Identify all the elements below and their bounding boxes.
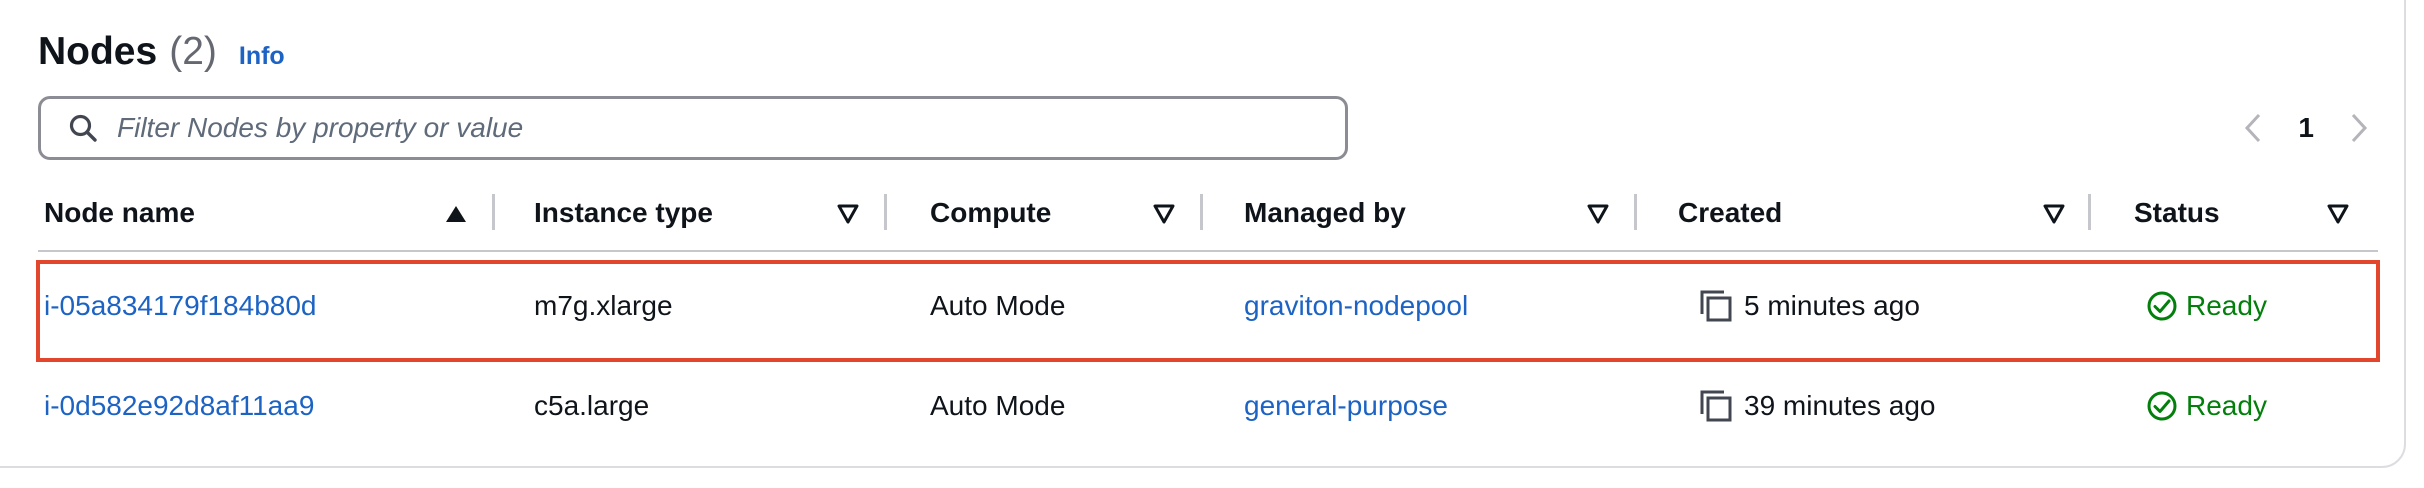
column-label: Node name [44,197,195,228]
pagination: 1 [2238,102,2374,154]
managed-by-link[interactable]: general-purpose [1244,390,1448,422]
created-time: 39 minutes ago [1744,390,1936,421]
sort-ascending-icon[interactable] [444,202,468,226]
node-count: (2) [169,30,217,73]
copy-icon[interactable] [1698,388,1734,424]
current-page[interactable]: 1 [2298,112,2314,144]
column-header-node-name[interactable]: Node name [44,188,195,238]
column-resizer[interactable] [492,194,495,230]
filter-box[interactable] [38,96,1348,160]
sort-icon[interactable] [836,202,860,226]
column-label: Created [1678,197,1783,228]
column-header-compute[interactable]: Compute [930,188,1051,238]
column-label: Managed by [1244,197,1406,228]
sort-icon[interactable] [1586,202,1610,226]
search-icon [63,108,103,148]
sort-icon[interactable] [1152,202,1176,226]
column-resizer[interactable] [1634,194,1637,230]
node-name-link[interactable]: i-0d582e92d8af11aa9 [44,390,314,422]
prev-page-chevron-left-icon[interactable] [2238,108,2268,148]
next-page-chevron-right-icon[interactable] [2344,108,2374,148]
page-title: Nodes (2) Info [38,30,285,80]
column-label: Compute [930,197,1052,228]
column-header-instance-type[interactable]: Instance type [534,188,713,238]
column-resizer[interactable] [1200,194,1203,230]
column-resizer[interactable] [2088,194,2091,230]
column-header-managed-by[interactable]: Managed by [1244,188,1406,238]
info-link[interactable]: Info [239,42,285,71]
row-selection-highlight [36,260,2380,362]
column-resizer[interactable] [884,194,887,230]
sort-icon[interactable] [2326,202,2350,226]
table-row[interactable]: i-0d582e92d8af11aa9 c5a.large Auto Mode … [38,364,2378,448]
column-label: Status [2134,197,2220,228]
compute: Auto Mode [930,390,1066,421]
filter-input[interactable] [117,112,1297,144]
column-header-created[interactable]: Created [1678,188,1782,238]
sort-icon[interactable] [2042,202,2066,226]
title-text: Nodes [38,30,158,73]
column-label: Instance type [534,197,713,228]
table-header: Node name Instance type Compute Managed … [38,188,2378,252]
instance-type: c5a.large [534,390,650,421]
status-text: Ready [2186,390,2267,421]
status-success-icon [2147,391,2177,421]
column-header-status[interactable]: Status [2134,188,2220,238]
